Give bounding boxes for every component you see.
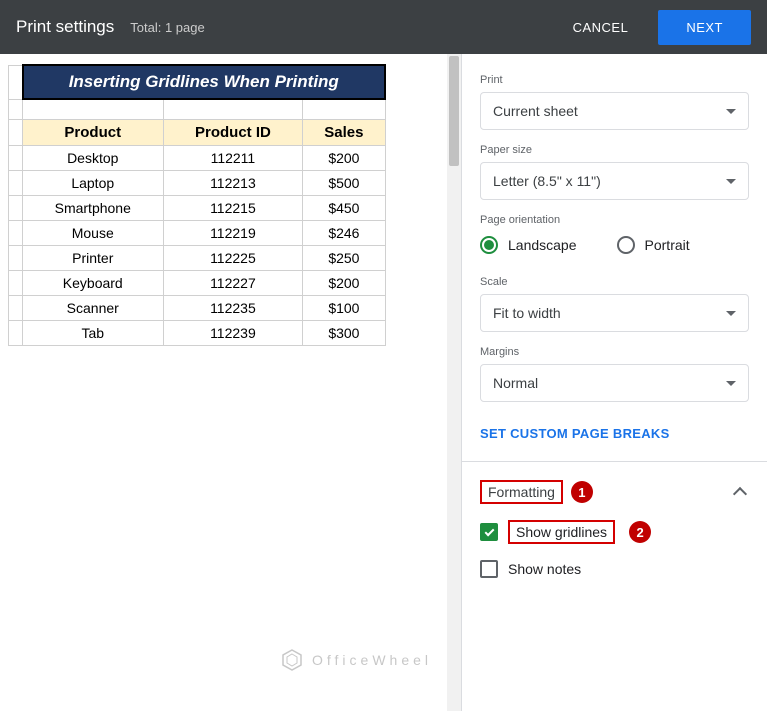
sheet-title: Inserting Gridlines When Printing: [23, 65, 386, 99]
cell: Keyboard: [23, 270, 164, 295]
cell: $300: [303, 320, 385, 345]
radio-unselected-icon: [617, 236, 635, 254]
cell: $500: [303, 170, 385, 195]
settings-panel: Print Current sheet Paper size Letter (8…: [461, 54, 767, 711]
annotation-badge-2: 2: [629, 521, 651, 543]
cell: 112239: [163, 320, 303, 345]
show-notes-label: Show notes: [508, 561, 581, 577]
margins-dropdown[interactable]: Normal: [480, 364, 749, 402]
page-subtitle: Total: 1 page: [130, 20, 204, 35]
scale-label: Scale: [480, 276, 749, 288]
chevron-up-icon: [733, 487, 747, 501]
cell: 112213: [163, 170, 303, 195]
cell: $246: [303, 220, 385, 245]
cell: Laptop: [23, 170, 164, 195]
print-value: Current sheet: [493, 103, 578, 119]
formatting-section-header[interactable]: Formatting 1: [480, 472, 749, 512]
col-header: Product: [23, 119, 164, 145]
portrait-label: Portrait: [645, 237, 690, 253]
orientation-landscape-radio[interactable]: Landscape: [480, 236, 577, 254]
cell: Mouse: [23, 220, 164, 245]
margins-label: Margins: [480, 346, 749, 358]
show-gridlines-label: Show gridlines: [508, 520, 615, 544]
col-header: Product ID: [163, 119, 303, 145]
annotation-badge-1: 1: [571, 481, 593, 503]
header-bar: Print settings Total: 1 page CANCEL NEXT: [0, 0, 767, 54]
preview-table: Inserting Gridlines When Printing Produc…: [8, 64, 386, 346]
cell: Printer: [23, 245, 164, 270]
set-custom-page-breaks-link[interactable]: SET CUSTOM PAGE BREAKS: [480, 426, 670, 441]
cell: $100: [303, 295, 385, 320]
cell: Desktop: [23, 145, 164, 170]
formatting-title: Formatting: [480, 480, 563, 504]
print-label: Print: [480, 74, 749, 86]
cell: Tab: [23, 320, 164, 345]
show-notes-checkbox[interactable]: [480, 560, 498, 578]
cancel-button[interactable]: CANCEL: [555, 10, 647, 45]
cell: $200: [303, 270, 385, 295]
orientation-label: Page orientation: [480, 214, 749, 226]
divider: [462, 461, 767, 462]
cell: 112219: [163, 220, 303, 245]
scale-dropdown[interactable]: Fit to width: [480, 294, 749, 332]
show-gridlines-checkbox[interactable]: [480, 523, 498, 541]
cell: Smartphone: [23, 195, 164, 220]
caret-down-icon: [726, 109, 736, 114]
checkmark-icon: [484, 526, 494, 536]
orientation-portrait-radio[interactable]: Portrait: [617, 236, 690, 254]
page-title: Print settings: [16, 17, 114, 37]
cell: 112227: [163, 270, 303, 295]
col-header: Sales: [303, 119, 385, 145]
next-button[interactable]: NEXT: [658, 10, 751, 45]
caret-down-icon: [726, 381, 736, 386]
paper-label: Paper size: [480, 144, 749, 156]
cell: 112215: [163, 195, 303, 220]
cell: Scanner: [23, 295, 164, 320]
cell: 112225: [163, 245, 303, 270]
paper-value: Letter (8.5" x 11"): [493, 173, 601, 189]
radio-selected-icon: [480, 236, 498, 254]
landscape-label: Landscape: [508, 237, 577, 253]
cell: 112211: [163, 145, 303, 170]
print-preview-pane: Inserting Gridlines When Printing Produc…: [0, 54, 461, 711]
cell: $250: [303, 245, 385, 270]
caret-down-icon: [726, 311, 736, 316]
cell: $200: [303, 145, 385, 170]
margins-value: Normal: [493, 375, 538, 391]
cell: $450: [303, 195, 385, 220]
paper-size-dropdown[interactable]: Letter (8.5" x 11"): [480, 162, 749, 200]
cell: 112235: [163, 295, 303, 320]
print-dropdown[interactable]: Current sheet: [480, 92, 749, 130]
preview-scrollbar[interactable]: [447, 54, 461, 711]
scale-value: Fit to width: [493, 305, 561, 321]
caret-down-icon: [726, 179, 736, 184]
